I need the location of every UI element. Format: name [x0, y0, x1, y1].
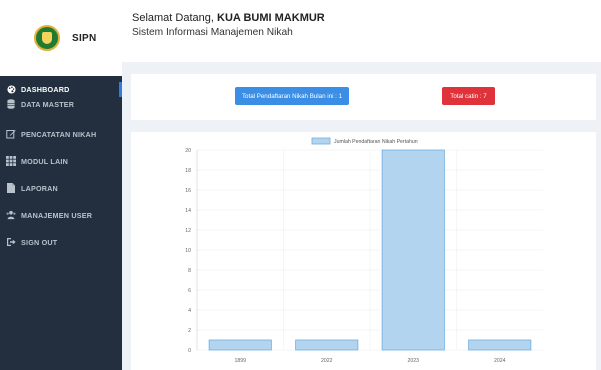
sidebar-item-laporan[interactable]: LAPORAN [0, 176, 122, 200]
y-tick-label: 6 [188, 288, 191, 294]
palette-icon [6, 84, 16, 94]
sidebar-item-modul-lain[interactable]: MODUL LAIN [0, 149, 122, 173]
x-tick-label: 2022 [321, 358, 333, 364]
sign-out-icon [6, 237, 16, 247]
sidebar-item-sign-out[interactable]: SIGN OUT [0, 230, 122, 254]
sidebar-item-dashboard[interactable]: DASHBOARD [0, 82, 122, 97]
page-subtitle: Sistem Informasi Manajemen Nikah [132, 27, 293, 38]
sidebar: SIPN DASHBOARD DATA MASTER PENCATATAN NI… [0, 0, 122, 370]
x-tick-label: 2024 [494, 358, 506, 364]
sidebar-item-label: DATA MASTER [21, 99, 75, 109]
database-icon [6, 99, 16, 109]
sidebar-item-label: MANAJEMEN USER [21, 210, 93, 220]
users-icon [6, 210, 16, 220]
bar [295, 339, 359, 351]
stats-panel: Total Pendaftaran Nikah Bulan ini : 1 To… [131, 74, 596, 120]
office-name: KUA BUMI MAKMUR [217, 12, 325, 24]
kemenag-logo-icon [34, 25, 60, 51]
x-tick-label: 1899 [234, 358, 246, 364]
y-tick-label: 10 [185, 248, 191, 254]
sidebar-menu: DASHBOARD DATA MASTER PENCATATAN NIKAH M… [0, 82, 122, 254]
brand[interactable]: SIPN [0, 0, 122, 76]
y-tick-label: 14 [185, 208, 191, 214]
bar-chart: 0 2 4 6 8 10 12 14 16 18 20 1899 2022 2023 2024 Jumlah … [185, 137, 543, 364]
bar [381, 149, 445, 351]
file-icon [6, 183, 16, 193]
welcome-text: Selamat Datang, KUA BUMI MAKMUR [132, 12, 601, 24]
page-header: Selamat Datang, KUA BUMI MAKMUR Sistem I… [122, 0, 601, 62]
total-catin-badge: Total catin : 7 [442, 87, 495, 105]
bar [208, 339, 272, 351]
sidebar-item-label: MODUL LAIN [21, 156, 68, 166]
y-tick-label: 0 [188, 348, 191, 354]
sidebar-item-label: SIGN OUT [21, 237, 58, 247]
sidebar-item-pencatatan-nikah[interactable]: PENCATATAN NIKAH [0, 122, 122, 146]
legend-swatch [311, 137, 331, 145]
sidebar-item-manajemen-user[interactable]: MANAJEMEN USER [0, 203, 122, 227]
brand-name: SIPN [72, 32, 97, 44]
chart-panel: 0 2 4 6 8 10 12 14 16 18 20 1899 2022 2023 2024 Jumlah … [131, 132, 596, 370]
sidebar-item-label: PENCATATAN NIKAH [21, 129, 97, 139]
bar [468, 339, 532, 351]
legend-label: Jumlah Pendaftaran Nikah Pertahun [334, 139, 418, 145]
sidebar-item-data-master[interactable]: DATA MASTER [0, 96, 122, 112]
edit-icon [6, 129, 16, 139]
grid-icon [6, 156, 16, 166]
y-tick-label: 12 [185, 228, 191, 234]
y-tick-label: 20 [185, 148, 191, 154]
sidebar-item-label: LAPORAN [21, 183, 58, 193]
sidebar-item-label: DASHBOARD [21, 84, 70, 94]
y-tick-label: 18 [185, 168, 191, 174]
y-tick-label: 4 [188, 308, 191, 314]
greeting: Selamat Datang, [132, 12, 217, 24]
monthly-registrations-badge: Total Pendaftaran Nikah Bulan ini : 1 [235, 87, 349, 105]
y-tick-label: 2 [188, 328, 191, 334]
y-tick-label: 16 [185, 188, 191, 194]
y-tick-label: 8 [188, 268, 191, 274]
x-tick-label: 2023 [407, 358, 419, 364]
